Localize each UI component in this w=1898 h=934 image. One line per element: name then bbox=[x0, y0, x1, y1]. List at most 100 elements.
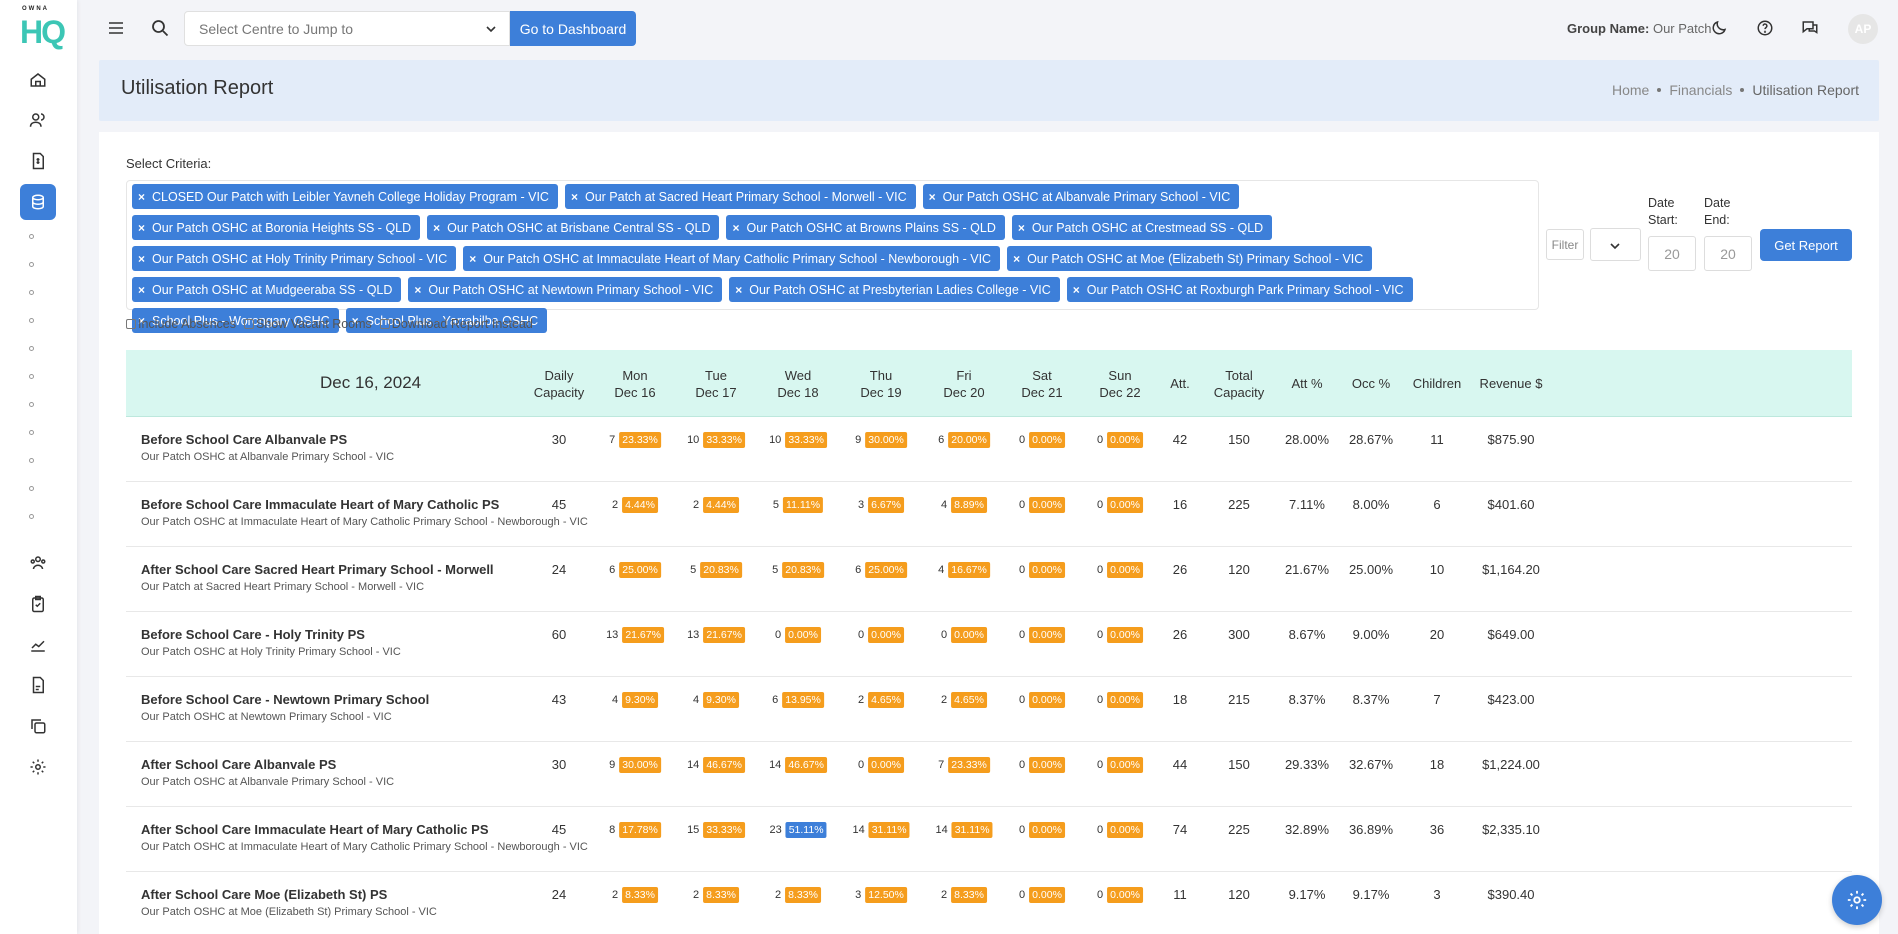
breadcrumb-home[interactable]: Home bbox=[1612, 82, 1649, 98]
settings-fab-button[interactable] bbox=[1832, 875, 1882, 925]
clipboard-icon[interactable] bbox=[20, 586, 56, 622]
users-icon[interactable] bbox=[20, 102, 56, 138]
day-cell: 0 0.00% bbox=[1019, 692, 1065, 708]
staff-group-icon[interactable] bbox=[20, 545, 56, 581]
centre-name: Our Patch OSHC at Holy Trinity Primary S… bbox=[141, 646, 401, 658]
selected-centre-chip[interactable]: × Our Patch OSHC at Newtown Primary Schoo… bbox=[408, 277, 723, 302]
remove-chip-icon[interactable]: × bbox=[469, 252, 476, 266]
att-percent-cell: 9.17% bbox=[1288, 887, 1326, 902]
filter-select[interactable] bbox=[1590, 228, 1641, 261]
room-name[interactable]: Before School Care - Newtown Primary Sch… bbox=[141, 692, 429, 707]
day-count: 2 bbox=[775, 889, 782, 901]
remove-chip-icon[interactable]: × bbox=[433, 221, 440, 235]
centre-jump-select[interactable]: Select Centre to Jump to bbox=[184, 11, 510, 46]
financials-icon[interactable] bbox=[20, 184, 56, 220]
hamburger-menu-icon[interactable] bbox=[108, 20, 124, 39]
room-name[interactable]: Before School Care Immaculate Heart of M… bbox=[141, 497, 499, 512]
col-total-capacity-line1: Total Capacity bbox=[1213, 367, 1265, 400]
submenu-dot-icon[interactable] bbox=[29, 374, 34, 379]
selected-centre-chip[interactable]: × CLOSED Our Patch with Leibler Yavneh Co… bbox=[132, 184, 558, 209]
submenu-dot-icon[interactable] bbox=[29, 262, 34, 267]
occ-percent-cell: 36.89% bbox=[1348, 822, 1394, 837]
show-vacant-rooms-checkbox[interactable]: Show Vacant Rooms bbox=[244, 317, 372, 331]
centre-multiselect[interactable]: × CLOSED Our Patch with Leibler Yavneh Co… bbox=[126, 180, 1539, 333]
remove-chip-icon[interactable]: × bbox=[929, 190, 936, 204]
copy-icon[interactable] bbox=[20, 708, 56, 744]
remove-chip-icon[interactable]: × bbox=[138, 221, 145, 235]
home-icon[interactable] bbox=[20, 62, 56, 98]
remove-chip-icon[interactable]: × bbox=[138, 190, 145, 204]
selected-centre-chip[interactable]: × Our Patch OSHC at Presbyterian Ladies C… bbox=[729, 277, 1060, 302]
selected-centre-chip[interactable]: × Our Patch OSHC at Albanvale Primary Sch… bbox=[922, 184, 1240, 209]
selected-centre-chip[interactable]: × Our Patch at Sacred Heart Primary Schoo… bbox=[564, 184, 916, 209]
selected-centre-chip[interactable]: × Our Patch OSHC at Roxburgh Park Primary… bbox=[1066, 277, 1413, 302]
submenu-dot-icon[interactable] bbox=[29, 458, 34, 463]
remove-chip-icon[interactable]: × bbox=[732, 221, 739, 235]
selected-centre-chip[interactable]: × Our Patch OSHC at Mudgeeraba SS - QLD bbox=[132, 277, 402, 302]
selected-centre-chip[interactable]: × Our Patch OSHC at Crestmead SS - QLD bbox=[1011, 215, 1273, 240]
occ-percent-cell: 9.17% bbox=[1352, 887, 1390, 902]
invoice-icon[interactable] bbox=[20, 143, 56, 179]
remove-chip-icon[interactable]: × bbox=[1073, 283, 1080, 297]
filter-button[interactable]: Filter bbox=[1546, 229, 1584, 260]
download-report-checkbox[interactable]: Download Report Instead bbox=[379, 317, 533, 331]
col-att-pct-line1: Att % bbox=[1291, 376, 1323, 391]
submenu-dot-icon[interactable] bbox=[29, 514, 34, 519]
owna-hq-logo[interactable]: OWNA HQ bbox=[20, 6, 66, 52]
selected-centre-chip[interactable]: × Our Patch OSHC at Holy Trinity Primary … bbox=[132, 246, 457, 271]
remove-chip-icon[interactable]: × bbox=[1018, 221, 1025, 235]
col-day-line2: Dec 16 bbox=[614, 384, 656, 400]
selected-centre-chip[interactable]: × Our Patch OSHC at Boronia Heights SS - … bbox=[132, 215, 421, 240]
centre-name: Our Patch at Sacred Heart Primary School… bbox=[141, 581, 425, 593]
checkbox-box[interactable] bbox=[244, 319, 254, 329]
room-name[interactable]: After School Care Moe (Elizabeth St) PS bbox=[141, 887, 387, 902]
checkbox-box[interactable] bbox=[126, 319, 136, 329]
remove-chip-icon[interactable]: × bbox=[1013, 252, 1020, 266]
submenu-dot-icon[interactable] bbox=[29, 290, 34, 295]
date-start-input[interactable]: 20 bbox=[1648, 236, 1696, 271]
submenu-dot-icon[interactable] bbox=[29, 486, 34, 491]
settings-gear-icon[interactable] bbox=[20, 749, 56, 785]
messages-icon[interactable] bbox=[1801, 19, 1821, 39]
dark-mode-moon-icon[interactable] bbox=[1710, 19, 1730, 39]
include-absences-checkbox[interactable]: Include Absences bbox=[126, 317, 236, 331]
submenu-dot-icon[interactable] bbox=[29, 430, 34, 435]
remove-chip-icon[interactable]: × bbox=[735, 283, 742, 297]
day-percent-badge: 0.00% bbox=[1029, 757, 1065, 773]
remove-chip-icon[interactable]: × bbox=[138, 252, 145, 266]
remove-chip-icon[interactable]: × bbox=[138, 283, 145, 297]
room-name[interactable]: After School Care Immaculate Heart of Ma… bbox=[141, 822, 488, 837]
day-count: 9 bbox=[609, 759, 616, 771]
chart-icon[interactable] bbox=[20, 627, 56, 663]
help-icon[interactable] bbox=[1756, 19, 1776, 39]
get-report-button[interactable]: Get Report bbox=[1760, 229, 1852, 261]
selected-centre-chip[interactable]: × Our Patch OSHC at Immaculate Heart of M… bbox=[463, 246, 1001, 271]
selected-centre-chip[interactable]: × Our Patch OSHC at Brisbane Central SS -… bbox=[427, 215, 720, 240]
checkbox-box[interactable] bbox=[379, 319, 390, 329]
submenu-dot-icon[interactable] bbox=[29, 234, 34, 239]
submenu-dot-icon[interactable] bbox=[29, 346, 34, 351]
day-count: 7 bbox=[938, 759, 945, 771]
daily-capacity-cell: 60 bbox=[551, 627, 567, 642]
remove-chip-icon[interactable]: × bbox=[571, 190, 578, 204]
daily-capacity-cell: 45 bbox=[551, 497, 567, 512]
day-cell: 13 21.67% bbox=[606, 627, 664, 643]
room-name[interactable]: Before School Care Albanvale PS bbox=[141, 432, 347, 447]
document-icon[interactable] bbox=[20, 667, 56, 703]
date-end-input[interactable]: 20 bbox=[1704, 236, 1752, 271]
total-capacity-cell: 120 bbox=[1228, 562, 1250, 577]
search-icon[interactable] bbox=[151, 19, 169, 40]
day-cell: 9 30.00% bbox=[855, 432, 907, 448]
day-cell: 6 20.00% bbox=[938, 432, 990, 448]
breadcrumb-financials[interactable]: Financials bbox=[1669, 82, 1732, 98]
remove-chip-icon[interactable]: × bbox=[414, 283, 421, 297]
go-to-dashboard-button[interactable]: Go to Dashboard bbox=[510, 11, 636, 46]
selected-centre-chip[interactable]: × Our Patch OSHC at Moe (Elizabeth St) Pr… bbox=[1007, 246, 1373, 271]
user-avatar[interactable]: AP bbox=[1848, 14, 1878, 44]
selected-centre-chip[interactable]: × Our Patch OSHC at Browns Plains SS - QL… bbox=[726, 215, 1005, 240]
submenu-dot-icon[interactable] bbox=[29, 318, 34, 323]
submenu-dot-icon[interactable] bbox=[29, 402, 34, 407]
room-name[interactable]: Before School Care - Holy Trinity PS bbox=[141, 627, 365, 642]
room-name[interactable]: After School Care Sacred Heart Primary S… bbox=[141, 562, 494, 577]
room-name[interactable]: After School Care Albanvale PS bbox=[141, 757, 336, 772]
